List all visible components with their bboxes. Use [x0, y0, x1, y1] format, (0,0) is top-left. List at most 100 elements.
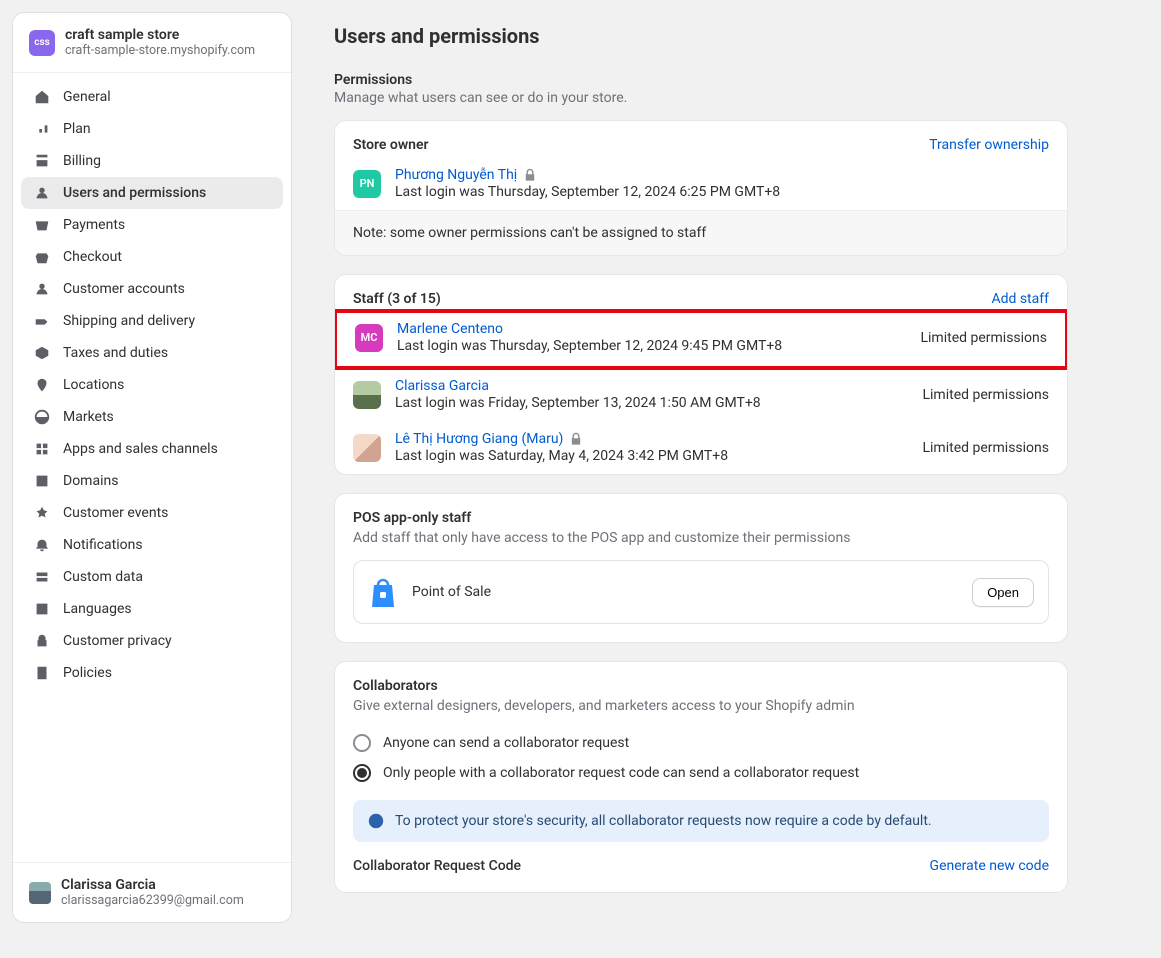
shopping-bag-icon [368, 575, 398, 609]
staff-last-login: Last login was Friday, September 13, 202… [395, 395, 908, 411]
sidebar-item-label: Checkout [63, 249, 122, 265]
collab-banner-text: To protect your store's security, all co… [395, 813, 932, 829]
sidebar-item-label: Notifications [63, 537, 143, 553]
pos-title: POS app-only staff [353, 510, 1049, 526]
permissions-sub: Manage what users can see or do in your … [334, 90, 1068, 106]
nav-icon [33, 504, 51, 522]
sidebar-item-label: Customer accounts [63, 281, 185, 297]
staff-permission-label: Limited permissions [922, 440, 1049, 456]
owner-avatar: PN [353, 170, 381, 198]
nav-icon [33, 88, 51, 106]
nav-icon [33, 312, 51, 330]
sidebar-item-billing[interactable]: Billing [21, 145, 283, 177]
settings-sidebar: css craft sample store craft-sample-stor… [12, 12, 292, 923]
sidebar-item-shipping-and-delivery[interactable]: Shipping and delivery [21, 305, 283, 337]
sidebar-item-label: Apps and sales channels [63, 441, 218, 457]
sidebar-item-domains[interactable]: Domains [21, 465, 283, 497]
sidebar-item-label: Shipping and delivery [63, 313, 195, 329]
owner-row[interactable]: PN Phương Nguyễn Thị Last login was Thur… [335, 157, 1067, 210]
sidebar-item-plan[interactable]: Plan [21, 113, 283, 145]
sidebar-item-custom-data[interactable]: Custom data [21, 561, 283, 593]
current-user-name: Clarissa Garcia [61, 877, 244, 893]
sidebar-item-payments[interactable]: Payments [21, 209, 283, 241]
sidebar-item-label: General [63, 89, 111, 105]
lock-icon [523, 168, 537, 182]
staff-title: Staff (3 of 15) [353, 291, 441, 307]
sidebar-item-label: Customer privacy [63, 633, 172, 649]
sidebar-item-policies[interactable]: Policies [21, 657, 283, 689]
store-owner-card: Store owner Transfer ownership PN Phương… [334, 120, 1068, 256]
sidebar-item-label: Billing [63, 153, 101, 169]
nav-icon [33, 440, 51, 458]
open-pos-button[interactable]: Open [972, 578, 1034, 607]
collab-code-label: Collaborator Request Code [353, 858, 521, 874]
sidebar-item-customer-events[interactable]: Customer events [21, 497, 283, 529]
sidebar-item-label: Payments [63, 217, 125, 233]
info-icon [367, 812, 385, 830]
collab-option-code-only[interactable]: Only people with a collaborator request … [353, 758, 1049, 788]
settings-nav: General Plan Billing Users and permissions P… [13, 73, 291, 862]
nav-icon [33, 184, 51, 202]
nav-icon [33, 152, 51, 170]
staff-permission-label: Limited permissions [920, 330, 1047, 346]
sidebar-item-users-and-permissions[interactable]: Users and permissions [21, 177, 283, 209]
sidebar-item-locations[interactable]: Locations [21, 369, 283, 401]
staff-row[interactable]: Clarissa GarciaLast login was Friday, Se… [335, 368, 1067, 421]
store-header[interactable]: css craft sample store craft-sample-stor… [13, 13, 291, 73]
sidebar-item-markets[interactable]: Markets [21, 401, 283, 433]
staff-card: Staff (3 of 15) Add staff MCMarlene Cent… [334, 274, 1068, 475]
staff-row[interactable]: Lê Thị Hương Giang (Maru)Last login was … [335, 421, 1067, 474]
sidebar-item-label: Customer events [63, 505, 168, 521]
generate-code-link[interactable]: Generate new code [930, 858, 1049, 874]
sidebar-item-apps-and-sales-channels[interactable]: Apps and sales channels [21, 433, 283, 465]
nav-icon [33, 344, 51, 362]
staff-name-link[interactable]: Clarissa Garcia [395, 378, 908, 394]
permissions-heading: Permissions [334, 72, 1068, 88]
nav-icon [33, 376, 51, 394]
lock-icon [569, 432, 583, 446]
user-avatar [29, 882, 51, 904]
sidebar-item-customer-privacy[interactable]: Customer privacy [21, 625, 283, 657]
transfer-ownership-link[interactable]: Transfer ownership [929, 137, 1049, 153]
add-staff-link[interactable]: Add staff [991, 291, 1049, 307]
staff-avatar [353, 381, 381, 409]
collab-option-anyone[interactable]: Anyone can send a collaborator request [353, 728, 1049, 758]
sidebar-item-label: Markets [63, 409, 114, 425]
staff-row[interactable]: MCMarlene CentenoLast login was Thursday… [334, 309, 1068, 370]
collaborators-card: Collaborators Give external designers, d… [334, 661, 1068, 893]
nav-icon [33, 280, 51, 298]
staff-last-login: Last login was Saturday, May 4, 2024 3:4… [395, 448, 908, 464]
staff-name-link[interactable]: Lê Thị Hương Giang (Maru) [395, 431, 908, 447]
owner-name-link[interactable]: Phương Nguyễn Thị [395, 167, 1049, 183]
pos-label: Point of Sale [412, 584, 958, 600]
nav-icon [33, 472, 51, 490]
collab-opt1-label: Anyone can send a collaborator request [383, 735, 629, 751]
owner-note: Note: some owner permissions can't be as… [335, 210, 1067, 255]
current-user-email: clarissagarcia62399@gmail.com [61, 893, 244, 908]
page-title: Users and permissions [334, 24, 1068, 48]
store-domain: craft-sample-store.myshopify.com [65, 43, 255, 58]
nav-icon [33, 632, 51, 650]
sidebar-item-checkout[interactable]: Checkout [21, 241, 283, 273]
sidebar-item-languages[interactable]: Languages [21, 593, 283, 625]
sidebar-item-customer-accounts[interactable]: Customer accounts [21, 273, 283, 305]
sidebar-item-label: Plan [63, 121, 91, 137]
sidebar-item-general[interactable]: General [21, 81, 283, 113]
sidebar-item-label: Taxes and duties [63, 345, 168, 361]
sidebar-user[interactable]: Clarissa Garcia clarissagarcia62399@gmai… [13, 862, 291, 922]
sidebar-item-notifications[interactable]: Notifications [21, 529, 283, 561]
sidebar-item-label: Languages [63, 601, 132, 617]
staff-name-link[interactable]: Marlene Centeno [397, 321, 906, 337]
pos-sub: Add staff that only have access to the P… [353, 530, 1049, 546]
sidebar-item-label: Policies [63, 665, 112, 681]
staff-avatar [353, 434, 381, 462]
radio-icon [353, 734, 371, 752]
collab-opt2-label: Only people with a collaborator request … [383, 765, 859, 781]
sidebar-item-label: Locations [63, 377, 124, 393]
sidebar-item-taxes-and-duties[interactable]: Taxes and duties [21, 337, 283, 369]
store-owner-title: Store owner [353, 137, 429, 153]
owner-last-login: Last login was Thursday, September 12, 2… [395, 184, 1049, 200]
sidebar-item-label: Custom data [63, 569, 143, 585]
sidebar-item-label: Users and permissions [63, 185, 206, 201]
collab-sub: Give external designers, developers, and… [353, 698, 1049, 714]
